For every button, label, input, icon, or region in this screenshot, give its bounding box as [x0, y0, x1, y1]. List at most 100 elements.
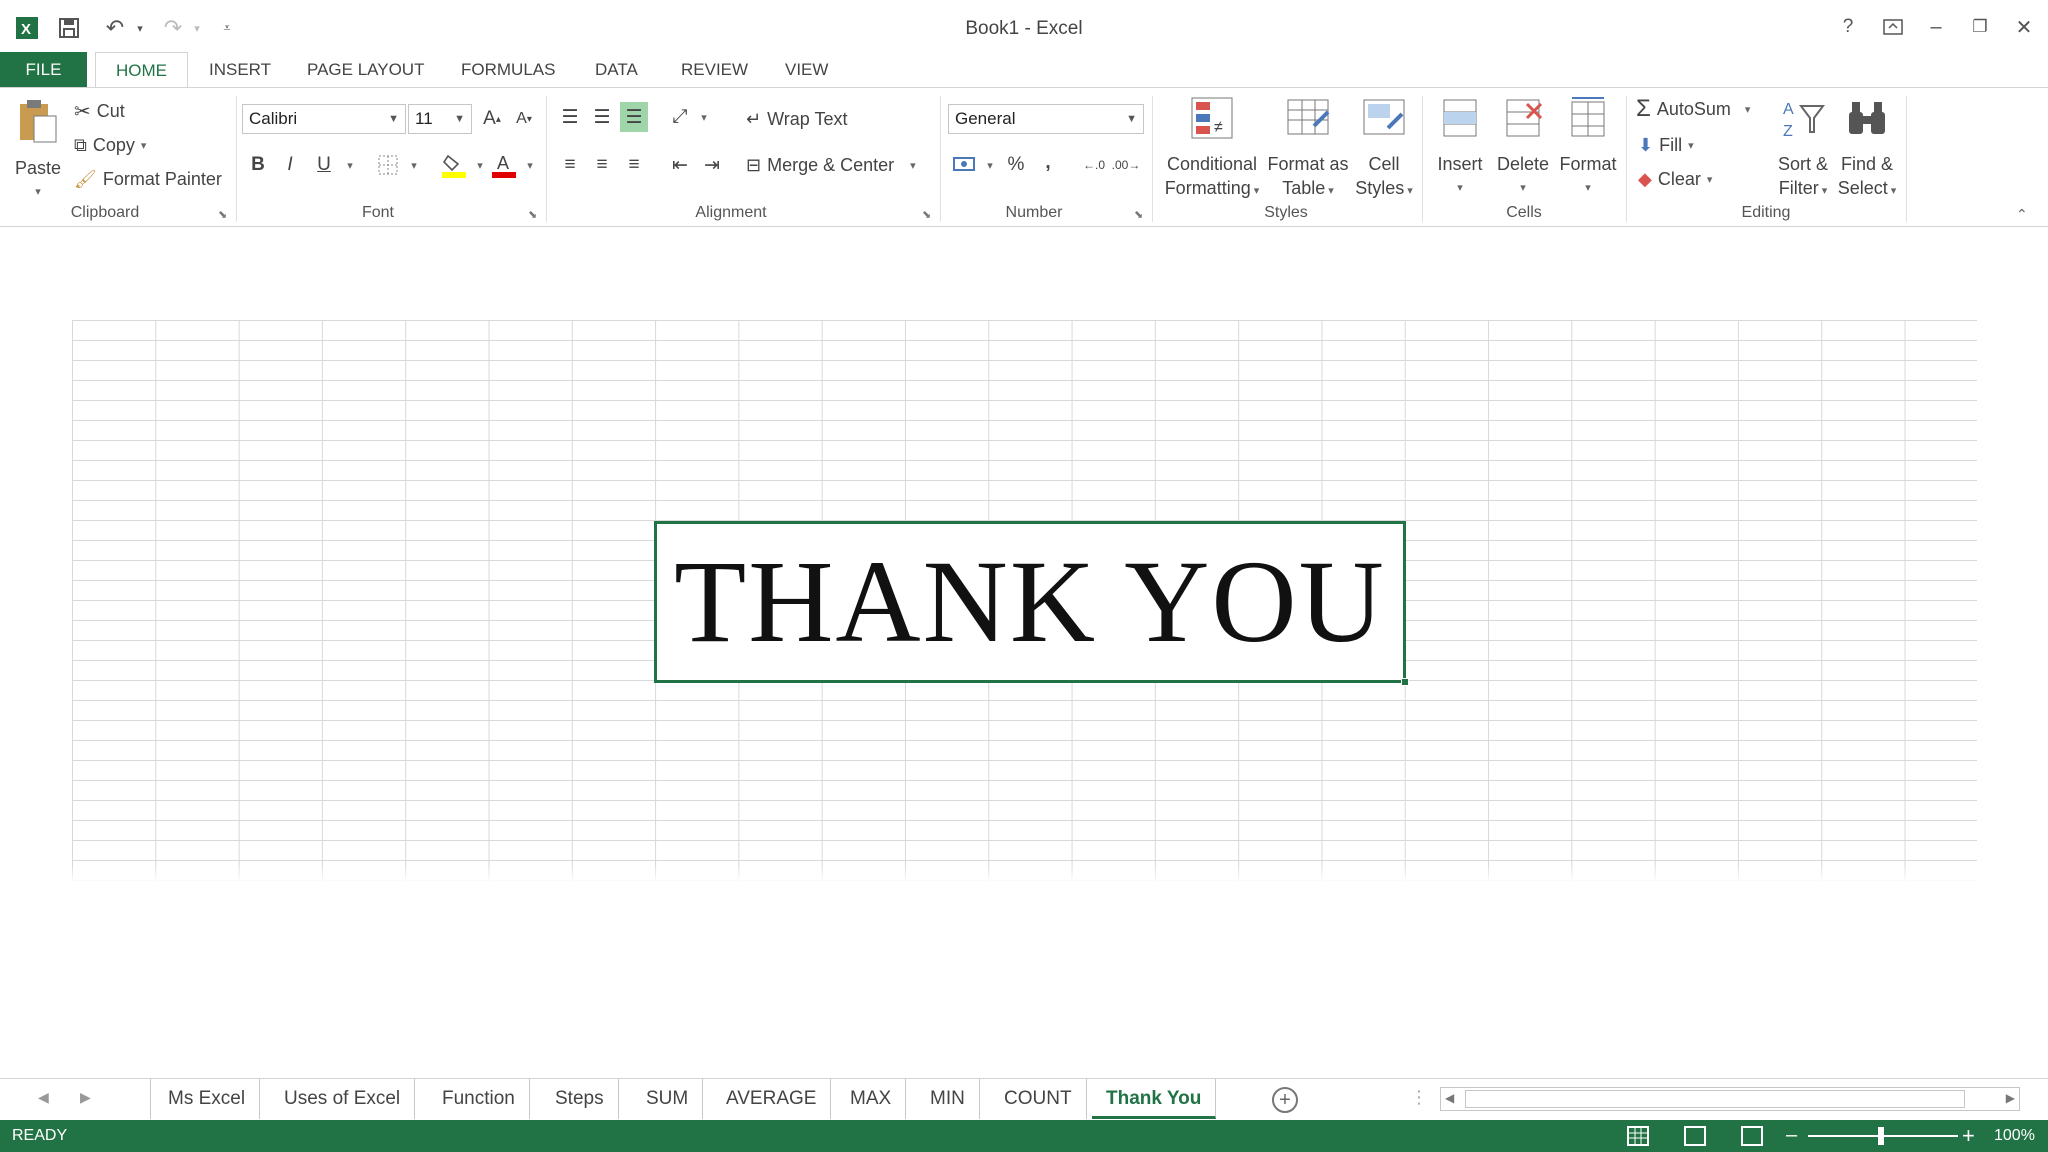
font-launcher-icon[interactable]: ⬊ [528, 208, 540, 221]
new-sheet-button[interactable]: + [1272, 1087, 1298, 1113]
merge-center-label: Merge & Center [767, 154, 895, 175]
zoom-in-button[interactable]: + [1962, 1123, 1975, 1149]
delete-cells-button[interactable]: Delete ▾ [1492, 96, 1554, 200]
number-format-combo[interactable]: General ▼ [948, 104, 1144, 134]
decrease-indent-icon[interactable]: ⇤ [666, 150, 694, 180]
zoom-slider-knob[interactable] [1878, 1127, 1884, 1145]
increase-indent-icon[interactable]: ⇥ [698, 150, 726, 180]
sheet-tab[interactable]: MIN [916, 1079, 980, 1119]
top-align-icon[interactable]: ☰ [556, 102, 584, 132]
sheet-tab[interactable]: Uses of Excel [270, 1079, 416, 1119]
fill-button[interactable]: ⬇ Fill ▾ [1638, 130, 1694, 160]
fill-color-icon[interactable] [440, 150, 468, 180]
scroll-right-icon[interactable]: ▶ [2006, 1091, 2015, 1105]
zoom-out-button[interactable]: – [1786, 1124, 1797, 1147]
delete-cells-icon [1492, 96, 1554, 146]
page-layout-view-icon[interactable] [1684, 1126, 1706, 1146]
borders-icon[interactable] [374, 150, 402, 180]
comma-button[interactable]: , [1034, 148, 1062, 178]
number-format-value: General [955, 109, 1016, 128]
sheet-tab-active[interactable]: Thank You [1092, 1079, 1217, 1119]
decrease-decimal-icon[interactable]: .00→ [1112, 150, 1141, 180]
cell-styles-button[interactable]: Cell Styles ▾ [1354, 96, 1414, 203]
align-center-icon[interactable]: ≡ [588, 150, 616, 180]
horizontal-scrollbar[interactable]: ◀ ▶ [1440, 1087, 2020, 1111]
scrollbar-thumb[interactable] [1465, 1090, 1965, 1108]
cut-label: Cut [96, 100, 125, 121]
zoom-level[interactable]: 100% [1994, 1127, 2035, 1145]
tab-formulas[interactable]: FORMULAS [441, 52, 575, 88]
tab-file[interactable]: FILE [0, 52, 87, 88]
bottom-align-icon[interactable]: ☰ [620, 102, 648, 132]
accounting-format-icon[interactable] [950, 150, 978, 180]
normal-view-icon[interactable] [1627, 1126, 1649, 1146]
paste-button[interactable]: Paste ▾ [12, 98, 64, 204]
sheet-tab[interactable]: COUNT [990, 1079, 1087, 1119]
selected-merged-cell[interactable]: THANK YOU [654, 521, 1409, 686]
format-as-table-button[interactable]: Format as Table ▾ [1266, 96, 1350, 203]
insert-cells-button[interactable]: Insert ▾ [1430, 96, 1490, 200]
tab-split-handle-icon[interactable]: ⋮ [1410, 1087, 1428, 1108]
sort-filter-button[interactable]: AZ Sort & Filter ▾ [1770, 96, 1836, 203]
align-right-icon[interactable]: ≡ [620, 150, 648, 180]
number-launcher-icon[interactable]: ⬊ [1134, 208, 1146, 221]
percent-button[interactable]: % [1002, 150, 1030, 180]
tab-home[interactable]: HOME [95, 52, 188, 88]
format-cells-label: Format [1559, 154, 1617, 174]
font-color-icon[interactable]: A [490, 150, 518, 180]
tab-data[interactable]: DATA [575, 52, 658, 88]
help-button[interactable]: ? [1830, 12, 1866, 42]
middle-align-icon[interactable]: ☰ [588, 102, 616, 132]
page-break-view-icon[interactable] [1741, 1126, 1763, 1146]
find-select-button[interactable]: Find & Select ▾ [1834, 96, 1900, 203]
decrease-font-icon[interactable]: A ▾ [510, 104, 538, 134]
tab-page-layout[interactable]: PAGE LAYOUT [287, 52, 444, 88]
font-name-combo[interactable]: Calibri ▼ [242, 104, 406, 134]
sheet-tab[interactable]: MAX [836, 1079, 907, 1119]
clipboard-launcher-icon[interactable]: ⬊ [218, 208, 230, 221]
zoom-slider[interactable] [1808, 1127, 1958, 1145]
close-button[interactable]: ✕ [2006, 12, 2042, 42]
group-label-clipboard: Clipboard [70, 204, 140, 221]
underline-dropdown-icon[interactable]: ▾ [336, 150, 364, 180]
sheet-scroll-right-icon[interactable]: ▶ [80, 1089, 91, 1106]
autosum-button[interactable]: Σ AutoSum ▾ [1636, 94, 1750, 124]
align-left-icon[interactable]: ≡ [556, 150, 584, 180]
sheet-tab[interactable]: Ms Excel [154, 1079, 261, 1119]
bold-button[interactable]: B [244, 150, 272, 180]
format-painter-button[interactable]: 🖌 Format Painter [74, 164, 222, 194]
format-cells-button[interactable]: Format ▾ [1556, 96, 1620, 200]
cut-button[interactable]: ✂ Cut [74, 96, 125, 126]
minimize-button[interactable]: – [1918, 12, 1954, 42]
sheet-scroll-left-icon[interactable]: ◀ [38, 1089, 49, 1106]
italic-button[interactable]: I [276, 150, 304, 180]
restore-button[interactable]: ❐ [1962, 12, 1998, 42]
sheet-tab[interactable]: Function [428, 1079, 530, 1119]
ribbon-display-options-icon[interactable] [1875, 12, 1911, 42]
font-size-combo[interactable]: 11 ▼ [408, 104, 472, 134]
collapse-ribbon-icon[interactable]: ⌃ [2016, 206, 2028, 223]
underline-button[interactable]: U [310, 150, 338, 180]
alignment-launcher-icon[interactable]: ⬊ [922, 208, 934, 221]
font-color-dropdown-icon[interactable]: ▾ [516, 150, 544, 180]
increase-decimal-icon[interactable]: ←.0 [1080, 150, 1108, 180]
separator [1152, 96, 1153, 222]
scroll-left-icon[interactable]: ◀ [1445, 1091, 1454, 1105]
sheet-tab[interactable]: AVERAGE [712, 1079, 832, 1119]
clear-button[interactable]: ◆ Clear ▾ [1638, 164, 1712, 194]
fill-handle[interactable] [1401, 678, 1409, 686]
orientation-dropdown-icon[interactable]: ▾ [690, 102, 718, 132]
tab-view[interactable]: VIEW [765, 52, 848, 88]
cell-text: THANK YOU [674, 536, 1386, 667]
conditional-formatting-button[interactable]: ≠ Conditional Formatting ▾ [1160, 96, 1264, 203]
tab-insert[interactable]: INSERT [189, 52, 291, 88]
borders-dropdown-icon[interactable]: ▾ [400, 150, 428, 180]
increase-font-icon[interactable]: A ▴ [478, 104, 506, 134]
sheet-tab[interactable]: SUM [632, 1079, 704, 1119]
accounting-dropdown-icon[interactable]: ▾ [976, 150, 1004, 180]
wrap-text-button[interactable]: ↵ Wrap Text [746, 104, 847, 134]
copy-button[interactable]: ⧉ Copy ▾ [74, 130, 146, 160]
tab-review[interactable]: REVIEW [661, 52, 768, 88]
merge-center-button[interactable]: ⊟ Merge & Center ▾ [746, 150, 916, 180]
sheet-tab[interactable]: Steps [541, 1079, 619, 1119]
